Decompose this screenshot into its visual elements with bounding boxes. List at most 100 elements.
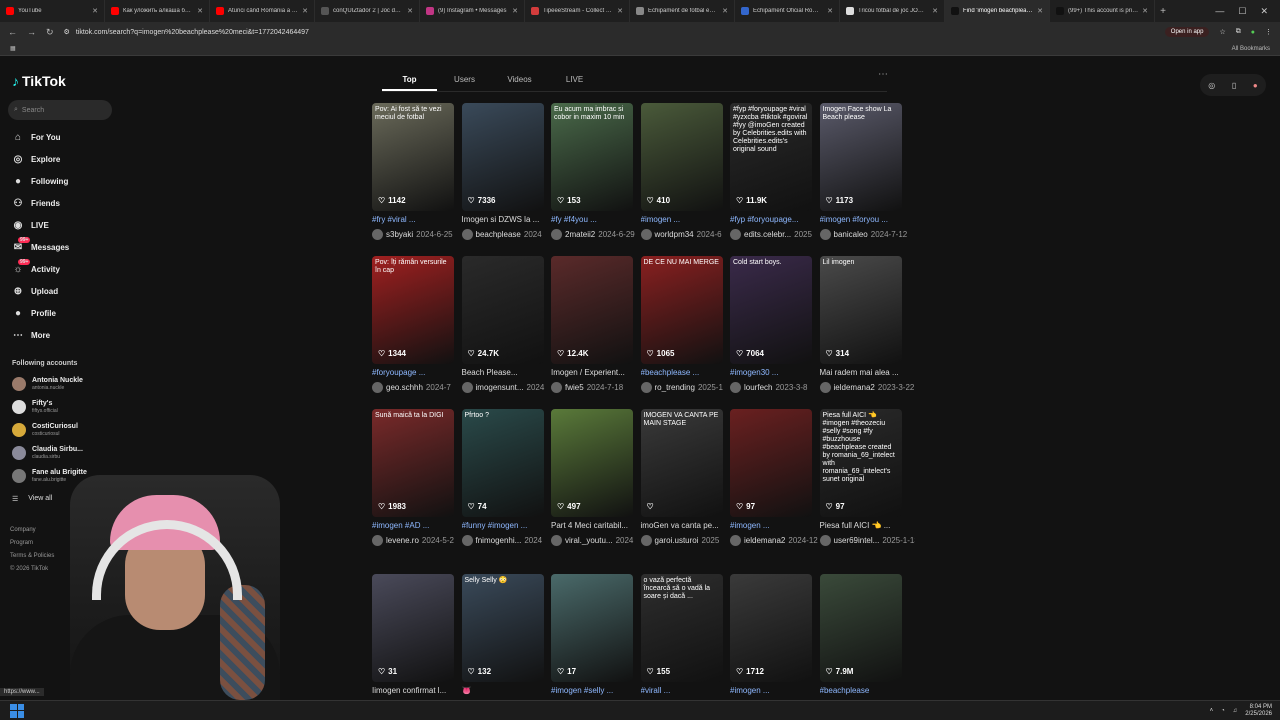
video-caption[interactable]: #imogen30 ... <box>730 368 812 377</box>
browser-menu-icon[interactable]: ⋮ <box>1265 28 1272 36</box>
tab-close-icon[interactable]: ✕ <box>617 7 623 15</box>
author-name[interactable]: ieldemana2 <box>834 383 875 392</box>
video-card[interactable]: Cold start boys. ♡ 7064 #imogen30 ... lourfe… <box>730 256 812 393</box>
tray-chevron-icon[interactable]: ˄ <box>1210 708 1214 714</box>
reload-icon[interactable]: ↻ <box>46 27 54 38</box>
browser-tab[interactable]: Echipament Oficial Român... ✕ <box>735 0 840 22</box>
sidebar-item-friends[interactable]: ⚇ Friends <box>12 197 60 209</box>
author-name[interactable]: levene.ro <box>386 536 419 545</box>
video-card[interactable]: ♡ 31 Iimogen confirmat l... <box>372 574 454 695</box>
video-thumbnail[interactable]: Imogen Face show La Beach please ♡ 1173 <box>819 103 902 211</box>
tab-close-icon[interactable]: ✕ <box>92 7 98 15</box>
video-thumbnail[interactable]: Eu acum ma imbrac si cobor in maxim 10 m… <box>551 103 633 211</box>
video-card[interactable]: IMOGEN VA CANTA PE MAIN STAGE ♡ imoGen va … <box>640 409 723 546</box>
video-thumbnail[interactable]: Piesa full AICI 👈 #imogen #theozeciu #se… <box>819 409 902 517</box>
browser-tab[interactable]: TipeeeStream - Collect Ti... ✕ <box>525 0 630 22</box>
view-all-button[interactable]: ☰ View all <box>12 495 52 503</box>
video-caption[interactable]: #imogen ... <box>641 215 723 224</box>
tab-close-icon[interactable]: ✕ <box>1037 7 1043 15</box>
tab-close-icon[interactable]: ✕ <box>302 7 308 15</box>
following-account[interactable]: CostiCuriosul costicuriosul <box>12 423 78 437</box>
video-card[interactable]: ♡ 497 Part 4 Meci caritabil... viral._youtu… <box>551 409 633 546</box>
author-name[interactable]: lourfech <box>744 383 772 392</box>
windows-start-icon[interactable] <box>10 703 24 718</box>
video-thumbnail[interactable]: ♡ 97 <box>730 409 812 517</box>
browser-tab[interactable]: Atunci când România a F... ✕ <box>210 0 315 22</box>
back-icon[interactable]: ← <box>8 27 17 37</box>
following-account[interactable]: Antonia Nuckle antonia.nuckle <box>12 377 83 391</box>
video-caption[interactable]: #imogen #AD ... <box>372 521 454 530</box>
sidebar-item-upload[interactable]: ⊕ Upload <box>12 285 58 297</box>
forward-icon[interactable]: → <box>27 27 36 37</box>
sidebar-item-for-you[interactable]: ⌂ For You <box>12 131 61 143</box>
maximize-icon[interactable]: ☐ <box>1238 6 1246 17</box>
video-thumbnail[interactable]: Cold start boys. ♡ 7064 <box>730 256 812 364</box>
video-caption[interactable]: #imogen #foryou ... <box>820 215 902 224</box>
video-card[interactable]: DE CE NU MAI MERGE ♡ 1065 #beachplease ... r… <box>640 256 723 393</box>
all-bookmarks-button[interactable]: All Bookmarks <box>1232 46 1270 52</box>
author-name[interactable]: user69intel... <box>834 536 880 545</box>
sidebar-item-explore[interactable]: ◎ Explore <box>12 153 61 165</box>
minimize-icon[interactable]: — <box>1215 6 1224 17</box>
video-caption[interactable]: #fy #f4you ... <box>551 215 633 224</box>
author-name[interactable]: worldpm34 <box>655 230 694 239</box>
tab-close-icon[interactable]: ✕ <box>407 7 413 15</box>
video-caption[interactable]: Piesa full AICI 👈 ... <box>820 521 902 530</box>
new-tab-button[interactable]: + <box>1155 6 1171 17</box>
tab-close-icon[interactable]: ✕ <box>1142 7 1148 15</box>
device-icon[interactable]: ▯ <box>1232 81 1236 90</box>
author-name[interactable]: viral._youtu... <box>565 536 613 545</box>
video-card[interactable]: Lil imogen ♡ 314 Mai radem mai alea ... ield… <box>819 256 914 393</box>
browser-tab[interactable]: (99+) This account is priva... ✕ <box>1050 0 1155 22</box>
tiktok-logo[interactable]: ♪ TikTok <box>12 73 66 89</box>
clock[interactable]: 8:04 PM 2/25/2026 <box>1245 704 1272 718</box>
tab-top[interactable]: Top <box>382 72 437 91</box>
video-thumbnail[interactable]: ♡ 17 <box>551 574 633 682</box>
browser-tab[interactable]: Как уложить алкаша без... ✕ <box>105 0 210 22</box>
video-thumbnail[interactable]: IMOGEN VA CANTA PE MAIN STAGE ♡ <box>640 409 723 517</box>
sidebar-item-activity[interactable]: ☼ 99+ Activity <box>12 259 60 275</box>
video-caption[interactable]: #imogen ... <box>730 521 812 530</box>
browser-tab[interactable]: (9) Instagram • Messages ✕ <box>420 0 525 22</box>
video-card[interactable]: #fyp #foryoupage #viral #yzxcba #tiktok … <box>730 103 812 240</box>
video-caption[interactable]: #virall ... <box>641 686 723 695</box>
browser-tab[interactable]: Echipament de fotbal edi... ✕ <box>630 0 735 22</box>
video-thumbnail[interactable]: ♡ 31 <box>372 574 454 682</box>
author-name[interactable]: beachplease <box>476 230 521 239</box>
footer-link[interactable]: Company <box>10 527 36 533</box>
video-card[interactable]: Pov: Ai fost să te vezi meciul de fotbal… <box>372 103 454 240</box>
network-icon[interactable]: ◔ <box>1221 708 1225 714</box>
author-name[interactable]: edits.celebr... <box>744 230 791 239</box>
video-card[interactable]: o vază perfectă încearcă să o vadă la so… <box>640 574 723 695</box>
author-name[interactable]: imogensunt... <box>476 383 524 392</box>
video-thumbnail[interactable]: ♡ 7336 <box>461 103 544 211</box>
tab-close-icon[interactable]: ✕ <box>197 7 203 15</box>
video-thumbnail[interactable]: DE CE NU MAI MERGE ♡ 1065 <box>640 256 723 364</box>
video-caption[interactable]: #funny #imogen ... <box>462 521 544 530</box>
video-card[interactable]: ♡ 12.4K Imogen / Experient... fwie5 2024-7-1… <box>551 256 633 393</box>
sidebar-item-more[interactable]: ⋯ More <box>12 329 50 341</box>
video-caption[interactable]: #fyp #foryoupage... <box>730 215 812 224</box>
tab-close-icon[interactable]: ✕ <box>932 7 938 15</box>
site-info-icon[interactable]: ⚙ <box>64 28 70 36</box>
video-thumbnail[interactable]: Pov: îți rămân versurile în cap ♡ 1344 <box>372 256 454 364</box>
video-thumbnail[interactable]: ♡ 7.9M <box>819 574 902 682</box>
author-name[interactable]: ieldemana2 <box>744 536 785 545</box>
volume-icon[interactable]: ♫ <box>1233 708 1238 714</box>
bookmark-star-icon[interactable]: ☆ <box>1219 28 1225 36</box>
video-caption[interactable]: Iimogen confirmat l... <box>372 686 454 695</box>
video-caption[interactable]: Part 4 Meci caritabil... <box>551 521 633 530</box>
browser-tab[interactable]: YouTube ✕ <box>0 0 105 22</box>
video-thumbnail[interactable]: ♡ 410 <box>640 103 723 211</box>
video-caption[interactable]: #imogen #selly ... <box>551 686 633 695</box>
sidebar-item-following[interactable]: ● Following <box>12 175 68 187</box>
sidebar-item-messages[interactable]: ✉ 99+ Messages <box>12 237 69 253</box>
browser-tab[interactable]: Tricou fotbal de joc JOMA... ✕ <box>840 0 945 22</box>
video-thumbnail[interactable]: Selly Selly 😳 ♡ 132 <box>461 574 544 682</box>
video-card[interactable]: ♡ 97 #imogen ... ieldemana2 2024-12 <box>730 409 818 546</box>
video-card[interactable]: ♡ 17 #imogen #selly ... <box>551 574 633 695</box>
author-name[interactable]: ro_trending <box>655 383 695 392</box>
more-options-icon[interactable]: ⋯ <box>878 69 888 80</box>
video-caption[interactable]: imoGen va canta pe... <box>641 521 723 530</box>
video-caption[interactable]: #fry #viral ... <box>372 215 454 224</box>
